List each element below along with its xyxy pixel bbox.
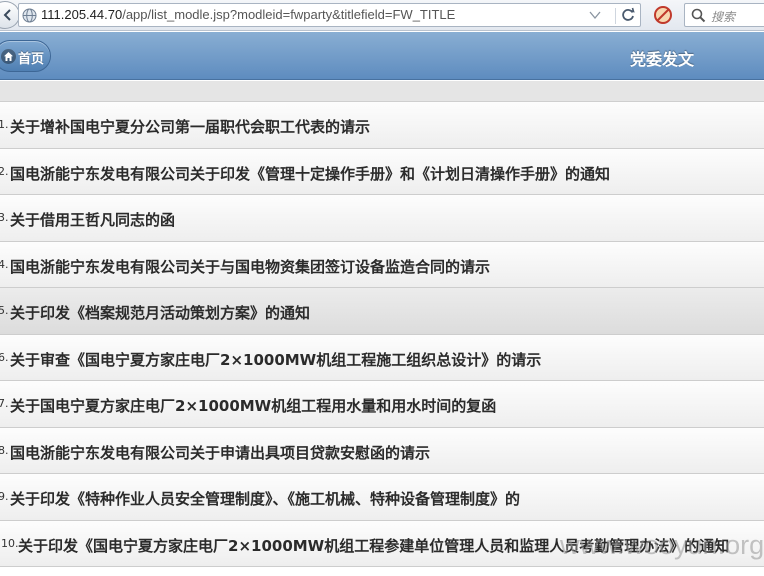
page-title: 党委发文 xyxy=(630,50,695,69)
item-title[interactable]: 国电浙能宁东发电有限公司关于与国电物资集团签订设备监造合同的请示 xyxy=(10,256,490,277)
item-title[interactable]: 关于印发《特种作业人员安全管理制度》、《施工机械、特种设备管理制度》的 xyxy=(10,488,520,509)
item-title[interactable]: 国电浙能宁东发电有限公司关于印发《管理十定操作手册》和《计划日清操作手册》的通知 xyxy=(10,163,610,184)
address-bar[interactable]: 111.205.44.70/app/list_modle.jsp?modleid… xyxy=(18,3,641,27)
search-icon xyxy=(691,8,706,23)
item-number: 2. xyxy=(0,164,9,178)
url-path: /app/list_modle.jsp?modleid=fwparty&titl… xyxy=(122,7,456,22)
url-host: 111.205.44.70 xyxy=(41,7,123,22)
item-title[interactable]: 关于增补国电宁夏分公司第一届职代会职工代表的请示 xyxy=(10,116,370,137)
url-separator xyxy=(615,8,616,24)
watermark: www.wooyun.org xyxy=(560,530,764,560)
item-number: 4. xyxy=(0,257,9,271)
item-title[interactable]: 国电浙能宁东发电有限公司关于申请出具项目贷款安慰函的请示 xyxy=(10,442,430,463)
list-item[interactable]: 7. 关于国电宁夏方家庄电厂2×1000MW机组工程用水量和用水时间的复函 xyxy=(0,381,764,428)
item-title[interactable]: 关于印发《档案规范月活动策划方案》的通知 xyxy=(10,302,310,323)
list-item[interactable]: 6. 关于审查《国电宁夏方家庄电厂2×1000MW机组工程施工组织总设计》的请示 xyxy=(0,334,764,381)
list-item[interactable]: 4. 国电浙能宁东发电有限公司关于与国电物资集团签订设备监造合同的请示 xyxy=(0,241,764,288)
reload-icon[interactable] xyxy=(620,7,636,23)
adblock-icon[interactable] xyxy=(654,6,672,24)
search-placeholder: 搜索 xyxy=(711,10,736,24)
item-number: 6. xyxy=(0,350,9,364)
item-title[interactable]: 关于借用王哲凡同志的函 xyxy=(10,209,175,230)
chevron-down-icon[interactable] xyxy=(589,10,601,20)
item-title[interactable]: 关于国电宁夏方家庄电厂2×1000MW机组工程用水量和用水时间的复函 xyxy=(10,395,496,416)
item-number: 10. xyxy=(1,536,19,550)
list-header-strip xyxy=(0,81,764,102)
back-button[interactable] xyxy=(0,1,20,29)
home-label: 首页 xyxy=(18,52,45,67)
list-item[interactable]: 8. 国电浙能宁东发电有限公司关于申请出具项目贷款安慰函的请示 xyxy=(0,427,764,474)
list-item-hovered[interactable]: 5. 关于印发《档案规范月活动策划方案》的通知 xyxy=(0,288,764,335)
globe-icon xyxy=(22,8,37,23)
item-title[interactable]: 关于审查《国电宁夏方家庄电厂2×1000MW机组工程施工组织总设计》的请示 xyxy=(10,349,541,370)
search-input[interactable]: 搜索 xyxy=(684,3,764,27)
item-number: 9. xyxy=(0,490,9,503)
item-number: 1. xyxy=(0,118,9,131)
document-list: 1. 关于增补国电宁夏分公司第一届职代会职工代表的请示 2. 国电浙能宁东发电有… xyxy=(0,102,764,567)
item-number: 5. xyxy=(0,304,9,317)
list-item[interactable]: 1. 关于增补国电宁夏分公司第一届职代会职工代表的请示 xyxy=(0,102,764,149)
url-text[interactable]: 111.205.44.70/app/list_modle.jsp?modleid… xyxy=(41,7,455,22)
list-item[interactable]: 2. 国电浙能宁东发电有限公司关于印发《管理十定操作手册》和《计划日清操作手册》… xyxy=(0,148,764,195)
list-item[interactable]: 3. 关于借用王哲凡同志的函 xyxy=(0,195,764,242)
back-arrow-icon xyxy=(3,9,11,21)
home-button[interactable]: 首页 xyxy=(0,40,51,72)
app-header: 首页 党委发文 xyxy=(0,32,764,80)
home-icon xyxy=(1,49,16,64)
list-item[interactable]: 9. 关于印发《特种作业人员安全管理制度》、《施工机械、特种设备管理制度》的 xyxy=(0,474,764,521)
item-number: 7. xyxy=(0,397,9,410)
browser-toolbar: 111.205.44.70/app/list_modle.jsp?modleid… xyxy=(0,0,764,31)
item-number: 3. xyxy=(0,211,9,224)
item-number: 8. xyxy=(0,443,9,457)
